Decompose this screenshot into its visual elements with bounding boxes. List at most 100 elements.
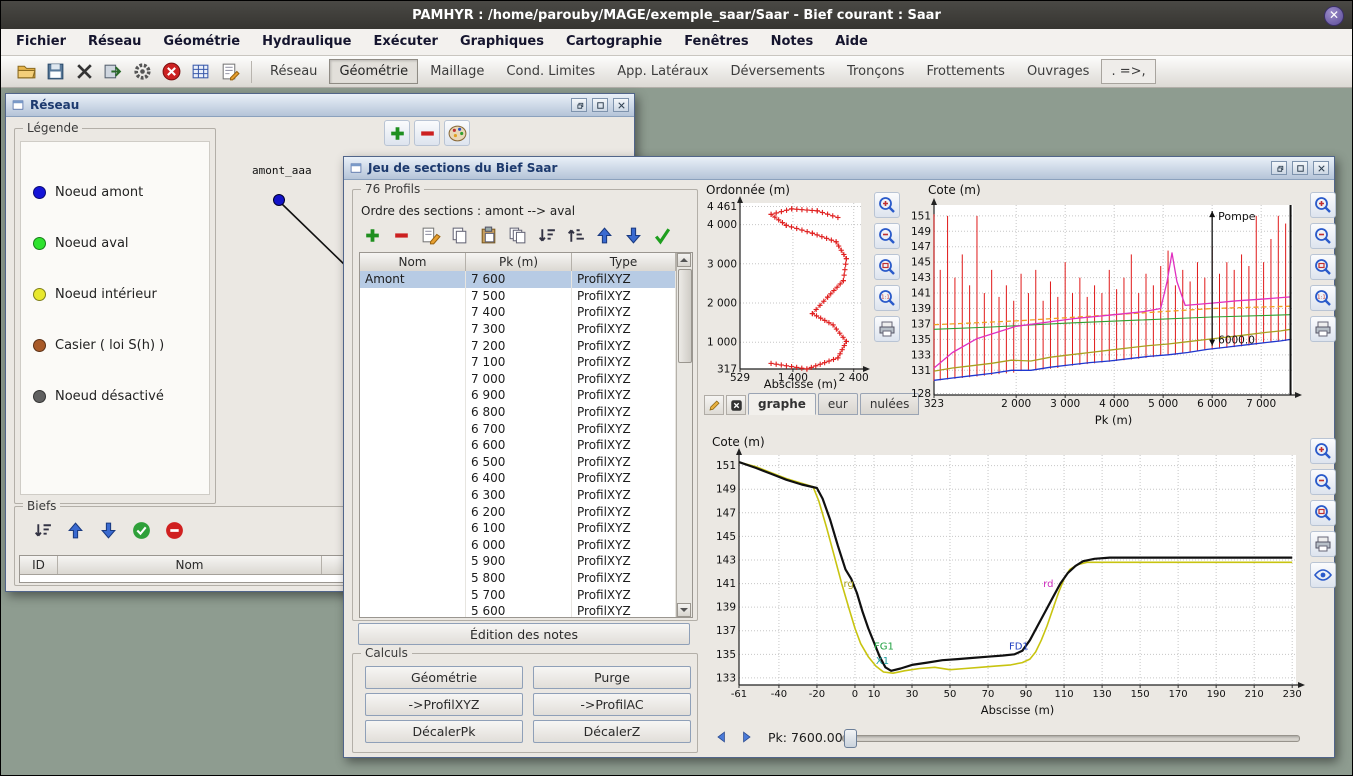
zoom-out-button[interactable] <box>874 223 900 249</box>
remove-circle-button[interactable] <box>161 517 188 544</box>
previous-section-button[interactable] <box>712 727 732 746</box>
move-up-button[interactable] <box>591 222 618 249</box>
toolbar-button-[interactable]: . =>, <box>1101 59 1155 84</box>
maximize-button[interactable] <box>592 98 608 112</box>
edit-notes-button[interactable]: Édition des notes <box>358 623 690 645</box>
longitudinal-profile-plot[interactable]: 3232 0003 0004 0005 0006 0007 0001511491… <box>907 195 1307 427</box>
move-down-button[interactable] <box>95 517 122 544</box>
profile-row[interactable]: 5 700ProfilXYZ <box>360 586 677 603</box>
profile-row[interactable]: 6 000ProfilXYZ <box>360 537 677 554</box>
cross-section-plot[interactable]: -61-40-200103050709011013015017019021023… <box>708 447 1306 717</box>
profiles-column-header[interactable]: Pk (m) <box>466 253 572 271</box>
copy-button[interactable] <box>446 222 473 249</box>
erase-button[interactable] <box>726 395 746 415</box>
check-circle-button[interactable] <box>128 517 155 544</box>
profile-row[interactable]: 6 500ProfilXYZ <box>360 454 677 471</box>
edit-button[interactable] <box>417 222 444 249</box>
reseau-window-titlebar[interactable]: Réseau <box>6 94 634 117</box>
menu-item-graphiques[interactable]: Graphiques <box>449 29 555 55</box>
profile-row[interactable]: 7 500ProfilXYZ <box>360 288 677 305</box>
close-button[interactable] <box>613 98 629 112</box>
next-section-button[interactable] <box>736 727 756 746</box>
move-down-button[interactable] <box>620 222 647 249</box>
grid-button[interactable] <box>187 58 214 85</box>
zoom-reset-button[interactable]: 1:1 <box>1310 285 1336 311</box>
calc-button-dcalerpk[interactable]: DécalerPk <box>365 720 523 743</box>
profile-row[interactable]: 7 100ProfilXYZ <box>360 354 677 371</box>
window-close-button[interactable]: ✕ <box>1324 6 1344 26</box>
calc-button-purge[interactable]: Purge <box>533 666 691 689</box>
sections-window-titlebar[interactable]: Jeu de sections du Bief Saar <box>344 157 1334 180</box>
profile-row[interactable]: 6 700ProfilXYZ <box>360 420 677 437</box>
profile-row[interactable]: 6 800ProfilXYZ <box>360 404 677 421</box>
menu-item-cartographie[interactable]: Cartographie <box>555 29 673 55</box>
calc-button-profilac[interactable]: ->ProfilAC <box>533 693 691 716</box>
notes-button[interactable] <box>216 58 243 85</box>
toolbar-button-applatraux[interactable]: App. Latéraux <box>607 59 718 84</box>
scrollbar-thumb[interactable] <box>678 269 692 363</box>
bief-edge[interactable] <box>282 204 348 268</box>
pencil-button[interactable] <box>704 395 724 415</box>
close-doc-button[interactable] <box>71 58 98 85</box>
print-button[interactable] <box>1310 316 1336 342</box>
scroll-down-arrow[interactable] <box>677 603 691 617</box>
sort-desc-button[interactable] <box>29 517 56 544</box>
profile-row[interactable]: 7 200ProfilXYZ <box>360 337 677 354</box>
toolbar-button-tronons[interactable]: Tronçons <box>837 59 914 84</box>
profile-row[interactable]: 6 600ProfilXYZ <box>360 437 677 454</box>
menu-item-excuter[interactable]: Exécuter <box>362 29 449 55</box>
window-titlebar[interactable]: PAMHYR : /home/parouby/MAGE/exemple_saar… <box>1 1 1352 30</box>
profile-row[interactable]: 7 300ProfilXYZ <box>360 321 677 338</box>
plot-tab-eur[interactable]: eur <box>818 393 858 415</box>
zoom-in-button[interactable] <box>1310 192 1336 218</box>
biefs-column-header[interactable]: Nom <box>58 556 322 574</box>
save-button[interactable] <box>42 58 69 85</box>
toolbar-button-gomtrie[interactable]: Géométrie <box>329 59 418 84</box>
toolbar-button-condlimites[interactable]: Cond. Limites <box>496 59 605 84</box>
remove-button[interactable] <box>388 222 415 249</box>
apply-button[interactable] <box>649 222 676 249</box>
menu-item-gomtrie[interactable]: Géométrie <box>152 29 251 55</box>
move-up-button[interactable] <box>62 517 89 544</box>
visibility-button[interactable] <box>1310 562 1336 588</box>
profiles-column-header[interactable]: Type <box>572 253 676 271</box>
profile-row[interactable]: 6 900ProfilXYZ <box>360 387 677 404</box>
zoom-window-button[interactable] <box>1310 254 1336 280</box>
profile-row[interactable]: 7 400ProfilXYZ <box>360 304 677 321</box>
settings-button[interactable] <box>129 58 156 85</box>
calc-button-gomtrie[interactable]: Géométrie <box>365 666 523 689</box>
profiles-column-header[interactable]: Nom <box>360 253 466 271</box>
stop-button[interactable] <box>158 58 185 85</box>
print-button[interactable] <box>1310 531 1336 557</box>
open-button[interactable] <box>13 58 40 85</box>
toolbar-button-rseau[interactable]: Réseau <box>260 59 327 84</box>
paste-button[interactable] <box>475 222 502 249</box>
sort-desc-button[interactable] <box>533 222 560 249</box>
zoom-in-button[interactable] <box>1310 438 1336 464</box>
zoom-window-button[interactable] <box>874 254 900 280</box>
zoom-window-button[interactable] <box>1310 500 1336 526</box>
maximize-button[interactable] <box>1292 161 1308 175</box>
plan-view-plot[interactable]: 5291 4002 4003171 0002 0003 0004 0004 46… <box>700 195 870 391</box>
pk-slider-handle[interactable] <box>844 729 857 748</box>
menu-item-fentres[interactable]: Fenêtres <box>673 29 759 55</box>
menu-item-aide[interactable]: Aide <box>824 29 879 55</box>
zoom-in-button[interactable] <box>874 192 900 218</box>
sort-asc-button[interactable] <box>562 222 589 249</box>
calc-button-profilxyz[interactable]: ->ProfilXYZ <box>365 693 523 716</box>
toolbar-button-frottements[interactable]: Frottements <box>916 59 1015 84</box>
biefs-column-header[interactable]: ID <box>20 556 58 574</box>
profile-row[interactable]: 5 900ProfilXYZ <box>360 553 677 570</box>
zoom-reset-button[interactable]: 1:1 <box>874 285 900 311</box>
table-scrollbar[interactable] <box>676 253 692 617</box>
add-button[interactable] <box>359 222 386 249</box>
toolbar-button-ouvrages[interactable]: Ouvrages <box>1017 59 1100 84</box>
close-button[interactable] <box>1313 161 1329 175</box>
profile-row[interactable]: 5 600ProfilXYZ <box>360 603 677 617</box>
menu-item-notes[interactable]: Notes <box>760 29 825 55</box>
profile-row[interactable]: 5 800ProfilXYZ <box>360 570 677 587</box>
profile-row[interactable]: 7 000ProfilXYZ <box>360 371 677 388</box>
toolbar-button-maillage[interactable]: Maillage <box>420 59 494 84</box>
profile-row[interactable]: 6 100ProfilXYZ <box>360 520 677 537</box>
duplicate-button[interactable] <box>504 222 531 249</box>
